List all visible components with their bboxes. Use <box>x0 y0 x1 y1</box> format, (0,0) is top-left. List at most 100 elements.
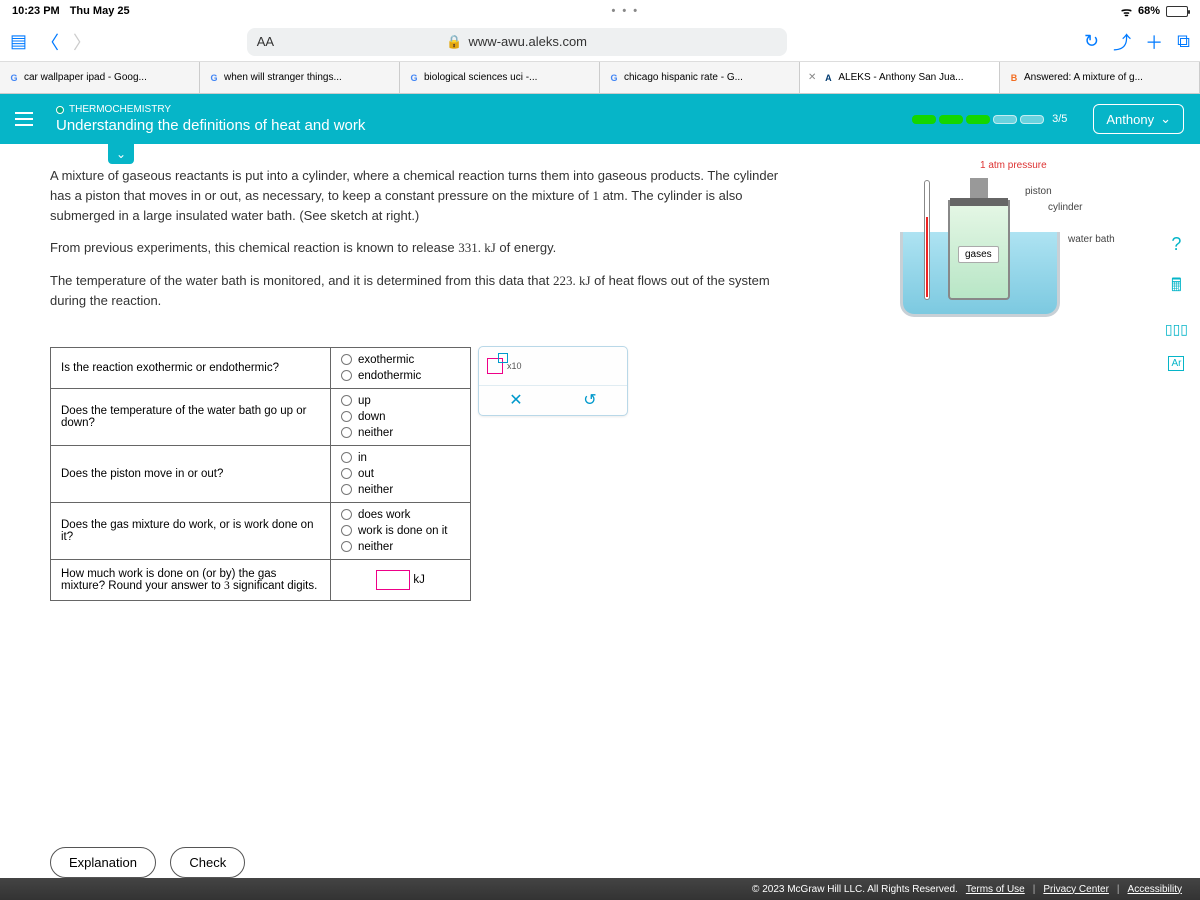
status-date: Thu May 25 <box>70 5 130 17</box>
tab-favicon: G <box>208 72 220 84</box>
tab-favicon: G <box>608 72 620 84</box>
periodic-table-icon[interactable]: Ar <box>1168 356 1184 371</box>
unit-label: kJ <box>413 574 425 586</box>
gases-label: gases <box>958 246 999 263</box>
radio-icon <box>341 395 352 406</box>
clear-button[interactable]: ✕ <box>509 390 522 410</box>
browser-tab[interactable]: ✕AALEKS - Anthony San Jua... <box>800 62 1000 93</box>
terms-link[interactable]: Terms of Use <box>966 884 1025 895</box>
reload-button[interactable]: ↻ <box>1084 31 1099 52</box>
chart-icon[interactable]: ▯▯▯ <box>1165 321 1188 338</box>
tab-label: car wallpaper ipad - Goog... <box>24 72 147 83</box>
radio-option[interactable]: exothermic <box>341 352 460 368</box>
new-tab-button[interactable]: ＋ <box>1145 29 1163 55</box>
tab-label: chicago hispanic rate - G... <box>624 72 743 83</box>
user-menu[interactable]: Anthony⌄ <box>1093 104 1184 134</box>
footer: © 2023 McGraw Hill LLC. All Rights Reser… <box>0 878 1200 900</box>
exponent-tool[interactable] <box>487 358 503 374</box>
tabs-button[interactable]: ⧉ <box>1177 31 1190 52</box>
battery-percent: 68% <box>1138 5 1160 17</box>
question-cell: Does the gas mixture do work, or is work… <box>51 502 331 559</box>
help-icon[interactable]: ? <box>1171 234 1181 255</box>
question-cell: Does the piston move in or out? <box>51 445 331 502</box>
radio-icon <box>341 411 352 422</box>
ipad-status-bar: 10:23 PM Thu May 25 • • • ᯤ 68% <box>0 0 1200 22</box>
option-label: neither <box>358 541 393 553</box>
url-bar[interactable]: AA 🔒 www-awu.aleks.com <box>247 28 787 56</box>
radio-icon <box>341 509 352 520</box>
close-tab-icon[interactable]: ✕ <box>808 72 816 83</box>
radio-icon <box>341 370 352 381</box>
option-label: down <box>358 411 386 423</box>
explanation-button[interactable]: Explanation <box>50 847 156 878</box>
tab-label: when will stranger things... <box>224 72 342 83</box>
expand-tab[interactable]: ⌄ <box>108 144 134 164</box>
check-button[interactable]: Check <box>170 847 245 878</box>
url-text: www-awu.aleks.com <box>469 34 587 49</box>
radio-option[interactable]: does work <box>341 507 460 523</box>
radio-option[interactable]: in <box>341 450 460 466</box>
option-label: out <box>358 468 374 480</box>
questions-table: Is the reaction exothermic or endothermi… <box>50 347 471 601</box>
browser-tab[interactable]: Gchicago hispanic rate - G... <box>600 62 800 93</box>
option-label: work is done on it <box>358 525 448 537</box>
forward-button: 〉 <box>73 29 91 55</box>
question-cell: Does the temperature of the water bath g… <box>51 388 331 445</box>
sidebar-icon[interactable]: ▤ <box>10 31 27 52</box>
progress-text: 3/5 <box>1052 113 1067 125</box>
option-label: exothermic <box>358 354 414 366</box>
math-tool-palette: x10 ✕ ↺ <box>478 346 628 416</box>
browser-tab[interactable]: Gbiological sciences uci -... <box>400 62 600 93</box>
work-input[interactable] <box>376 570 410 590</box>
calculator-icon[interactable]: 🖩 <box>1171 273 1182 303</box>
radio-icon <box>341 541 352 552</box>
radio-option[interactable]: endothermic <box>341 368 460 384</box>
problem-text: A mixture of gaseous reactants is put in… <box>50 166 790 311</box>
radio-icon <box>341 484 352 495</box>
cylinder-label: cylinder <box>1048 202 1082 213</box>
option-label: neither <box>358 484 393 496</box>
lock-icon: 🔒 <box>446 34 462 50</box>
piston-label: piston <box>1025 186 1052 197</box>
accessibility-link[interactable]: Accessibility <box>1128 884 1182 895</box>
radio-option[interactable]: neither <box>341 482 460 498</box>
progress-indicator: 3/5 <box>912 113 1067 125</box>
browser-tab[interactable]: Gwhen will stranger things... <box>200 62 400 93</box>
browser-tab[interactable]: BAnswered: A mixture of g... <box>1000 62 1200 93</box>
back-button[interactable]: 〈 <box>41 29 59 55</box>
pressure-label: 1 atm pressure <box>980 160 1047 171</box>
tab-favicon: B <box>1008 72 1020 84</box>
text-size-button[interactable]: AA <box>257 34 274 49</box>
apparatus-diagram: 1 atm pressure piston cylinder water bat… <box>870 162 1160 332</box>
radio-option[interactable]: up <box>341 393 460 409</box>
problem-area: A mixture of gaseous reactants is put in… <box>0 144 1200 850</box>
undo-button[interactable]: ↺ <box>583 390 596 410</box>
option-label: neither <box>358 427 393 439</box>
menu-button[interactable] <box>4 99 44 139</box>
multitask-dots[interactable]: • • • <box>130 5 1121 17</box>
option-label: up <box>358 395 371 407</box>
copyright-text: © 2023 McGraw Hill LLC. All Rights Reser… <box>752 884 958 895</box>
radio-option[interactable]: work is done on it <box>341 523 460 539</box>
answer-cell: exothermic endothermic <box>331 347 471 388</box>
radio-option[interactable]: neither <box>341 425 460 441</box>
waterbath-label: water bath <box>1068 234 1115 245</box>
tab-favicon: G <box>8 72 20 84</box>
topic-category: THERMOCHEMISTRY <box>56 104 900 115</box>
answer-cell: up down neither <box>331 388 471 445</box>
option-label: endothermic <box>358 370 421 382</box>
tab-label: ALEKS - Anthony San Jua... <box>838 72 963 83</box>
radio-option[interactable]: neither <box>341 539 460 555</box>
radio-option[interactable]: out <box>341 466 460 482</box>
share-button[interactable]: ⤴ <box>1113 29 1131 55</box>
browser-tab[interactable]: Gcar wallpaper ipad - Goog... <box>0 62 200 93</box>
radio-option[interactable]: down <box>341 409 460 425</box>
aleks-header: THERMOCHEMISTRY Understanding the defini… <box>0 94 1200 144</box>
radio-icon <box>341 452 352 463</box>
radio-icon <box>341 525 352 536</box>
chevron-down-icon: ⌄ <box>1160 111 1171 127</box>
side-tool-icons: ? 🖩 ▯▯▯ Ar <box>1165 234 1188 371</box>
safari-toolbar: ▤ 〈 〉 AA 🔒 www-awu.aleks.com ↻ ⤴ ＋ ⧉ <box>0 22 1200 62</box>
privacy-link[interactable]: Privacy Center <box>1043 884 1109 895</box>
answer-cell: does work work is done on it neither <box>331 502 471 559</box>
